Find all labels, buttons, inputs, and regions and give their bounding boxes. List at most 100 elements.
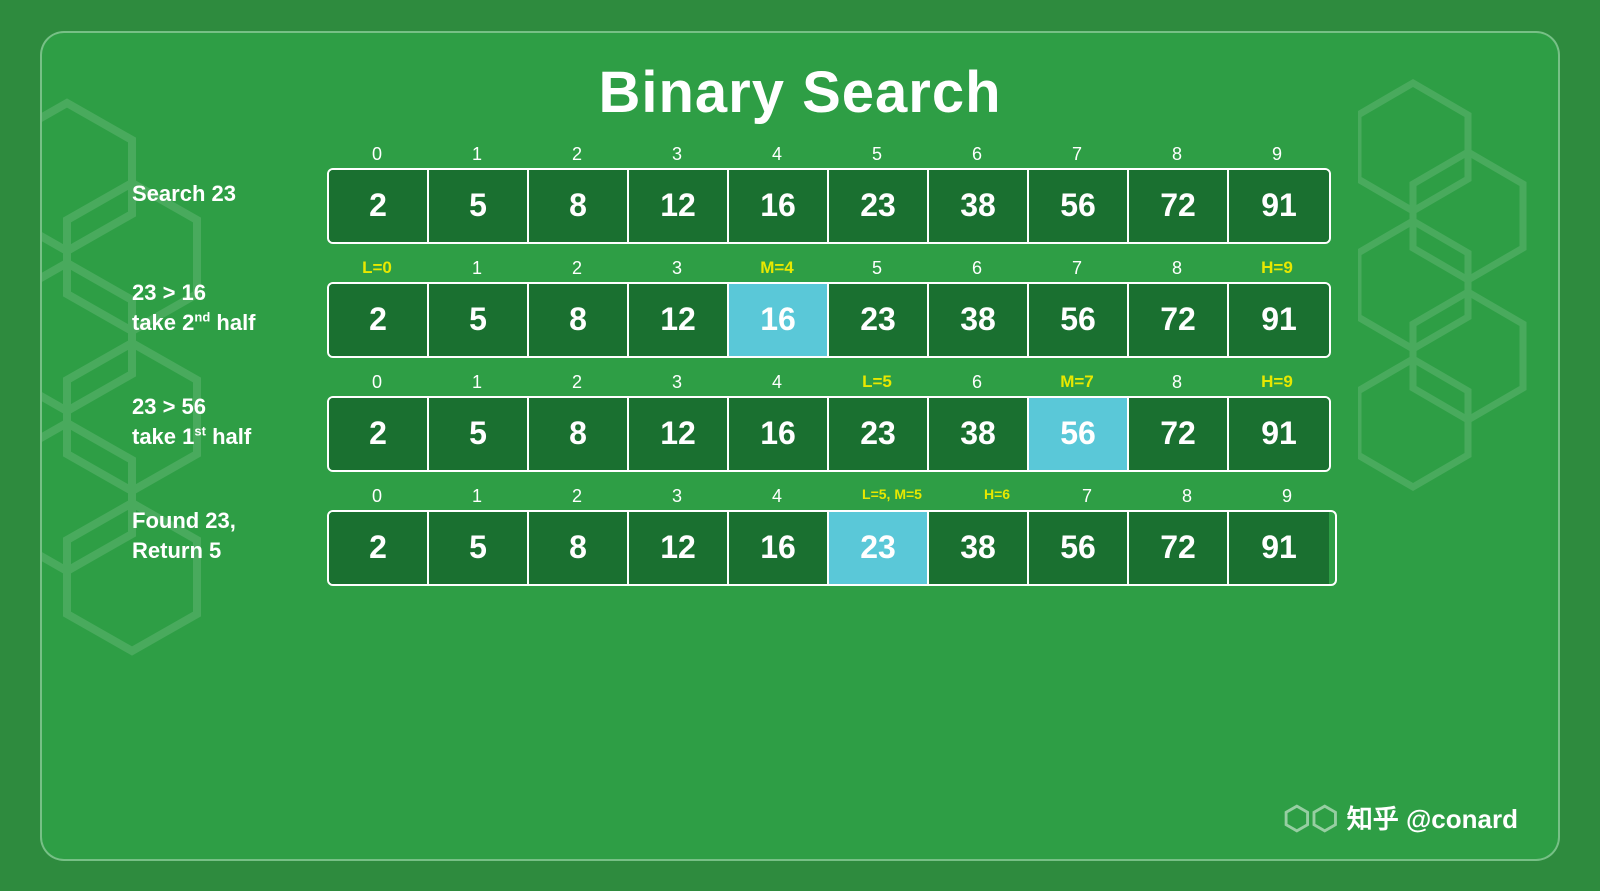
idx-1-3: 3 [627,258,727,279]
idx-3-4: 4 [727,486,827,507]
idx-1-1: 1 [427,258,527,279]
array-section-0: 0 1 2 3 4 5 6 7 8 9 2 5 8 12 16 [327,144,1331,244]
main-card: Binary Search Search 23 0 1 2 3 4 5 6 7 … [40,31,1560,861]
idx-0-5: 5 [827,144,927,165]
array-row-0: 2 5 8 12 16 23 38 56 72 91 [327,168,1331,244]
idx-2-5: L=5 [827,372,927,393]
array-row-3: 2 5 8 12 16 23 38 56 72 91 [327,510,1337,586]
idx-1-9: H=9 [1227,258,1327,279]
cell-0-9: 91 [1229,170,1329,242]
row-step2: 23 > 56 take 1st half 0 1 2 3 4 L=5 6 M=… [132,372,1528,472]
cell-2-7: 56 [1029,398,1129,470]
index-row-2: 0 1 2 3 4 L=5 6 M=7 8 H=9 [327,372,1331,393]
idx-2-2: 2 [527,372,627,393]
label-search23: Search 23 [132,179,327,209]
idx-2-4: 4 [727,372,827,393]
idx-0-4: 4 [727,144,827,165]
label-step3-line2: Return 5 [132,538,221,563]
cell-3-7: 56 [1029,512,1129,584]
idx-0-0: 0 [327,144,427,165]
cell-0-6: 38 [929,170,1029,242]
row-search23: Search 23 0 1 2 3 4 5 6 7 8 9 2 5 8 [132,144,1528,244]
idx-1-6: 6 [927,258,1027,279]
cell-2-6: 38 [929,398,1029,470]
watermark-text: 知乎 @conard [1347,799,1518,836]
idx-3-1: 1 [427,486,527,507]
label-step1-line1: 23 > 16 [132,280,206,305]
cell-0-8: 72 [1129,170,1229,242]
idx-0-3: 3 [627,144,727,165]
array-section-3: 0 1 2 3 4 L=5, M=5 H=6 7 8 9 2 5 8 12 16 [327,486,1337,586]
idx-3-3: 3 [627,486,727,507]
row-step1: 23 > 16 take 2nd half L=0 1 2 3 M=4 5 6 … [132,258,1528,358]
idx-0-7: 7 [1027,144,1127,165]
idx-2-3: 3 [627,372,727,393]
cell-3-4: 16 [729,512,829,584]
cell-0-0: 2 [329,170,429,242]
watermark-logo: ⬡⬡ [1283,799,1339,837]
cell-1-4: 16 [729,284,829,356]
content-area: Search 23 0 1 2 3 4 5 6 7 8 9 2 5 8 [72,144,1528,586]
cell-0-7: 56 [1029,170,1129,242]
cell-2-0: 2 [329,398,429,470]
index-row-3: 0 1 2 3 4 L=5, M=5 H=6 7 8 9 [327,486,1337,507]
cell-3-8: 72 [1129,512,1229,584]
page-title: Binary Search [598,59,1001,126]
label-step1-line2: take 2nd half [132,310,256,335]
idx-1-4: M=4 [727,258,827,279]
idx-1-8: 8 [1127,258,1227,279]
cell-3-1: 5 [429,512,529,584]
array-section-1: L=0 1 2 3 M=4 5 6 7 8 H=9 2 5 8 12 16 [327,258,1331,358]
idx-3-2: 2 [527,486,627,507]
idx-0-8: 8 [1127,144,1227,165]
label-step2-line1: 23 > 56 [132,394,206,419]
idx-1-0: L=0 [327,258,427,279]
cell-1-6: 38 [929,284,1029,356]
idx-2-1: 1 [427,372,527,393]
cell-2-1: 5 [429,398,529,470]
label-step1: 23 > 16 take 2nd half [132,278,327,337]
idx-2-0: 0 [327,372,427,393]
idx-3-0: 0 [327,486,427,507]
cell-1-3: 12 [629,284,729,356]
cell-1-5: 23 [829,284,929,356]
cell-2-4: 16 [729,398,829,470]
idx-1-5: 5 [827,258,927,279]
idx-3-6: H=6 [957,486,1037,507]
cell-1-7: 56 [1029,284,1129,356]
idx-1-7: 7 [1027,258,1127,279]
cell-3-9: 91 [1229,512,1329,584]
cell-2-2: 8 [529,398,629,470]
cell-3-6: 38 [929,512,1029,584]
idx-2-6: 6 [927,372,1027,393]
label-step2-line2: take 1st half [132,424,251,449]
idx-3-5: L=5, M=5 [827,486,957,507]
cell-2-3: 12 [629,398,729,470]
array-section-2: 0 1 2 3 4 L=5 6 M=7 8 H=9 2 5 8 12 16 [327,372,1331,472]
idx-3-7: 7 [1037,486,1137,507]
cell-3-3: 12 [629,512,729,584]
idx-2-9: H=9 [1227,372,1327,393]
row-step3: Found 23, Return 5 0 1 2 3 4 L=5, M=5 H=… [132,486,1528,586]
idx-0-1: 1 [427,144,527,165]
label-step3: Found 23, Return 5 [132,506,327,565]
cell-1-9: 91 [1229,284,1329,356]
cell-2-5: 23 [829,398,929,470]
cell-0-5: 23 [829,170,929,242]
idx-2-7: M=7 [1027,372,1127,393]
label-step3-line1: Found 23, [132,508,236,533]
idx-1-2: 2 [527,258,627,279]
array-row-1: 2 5 8 12 16 23 38 56 72 91 [327,282,1331,358]
array-row-2: 2 5 8 12 16 23 38 56 72 91 [327,396,1331,472]
cell-0-3: 12 [629,170,729,242]
cell-3-5: 23 [829,512,929,584]
cell-1-0: 2 [329,284,429,356]
label-step2: 23 > 56 take 1st half [132,392,327,451]
cell-1-2: 8 [529,284,629,356]
idx-3-9: 9 [1237,486,1337,507]
cell-0-2: 8 [529,170,629,242]
watermark: ⬡⬡ 知乎 @conard [1283,799,1518,837]
cell-0-1: 5 [429,170,529,242]
cell-3-0: 2 [329,512,429,584]
idx-3-8: 8 [1137,486,1237,507]
